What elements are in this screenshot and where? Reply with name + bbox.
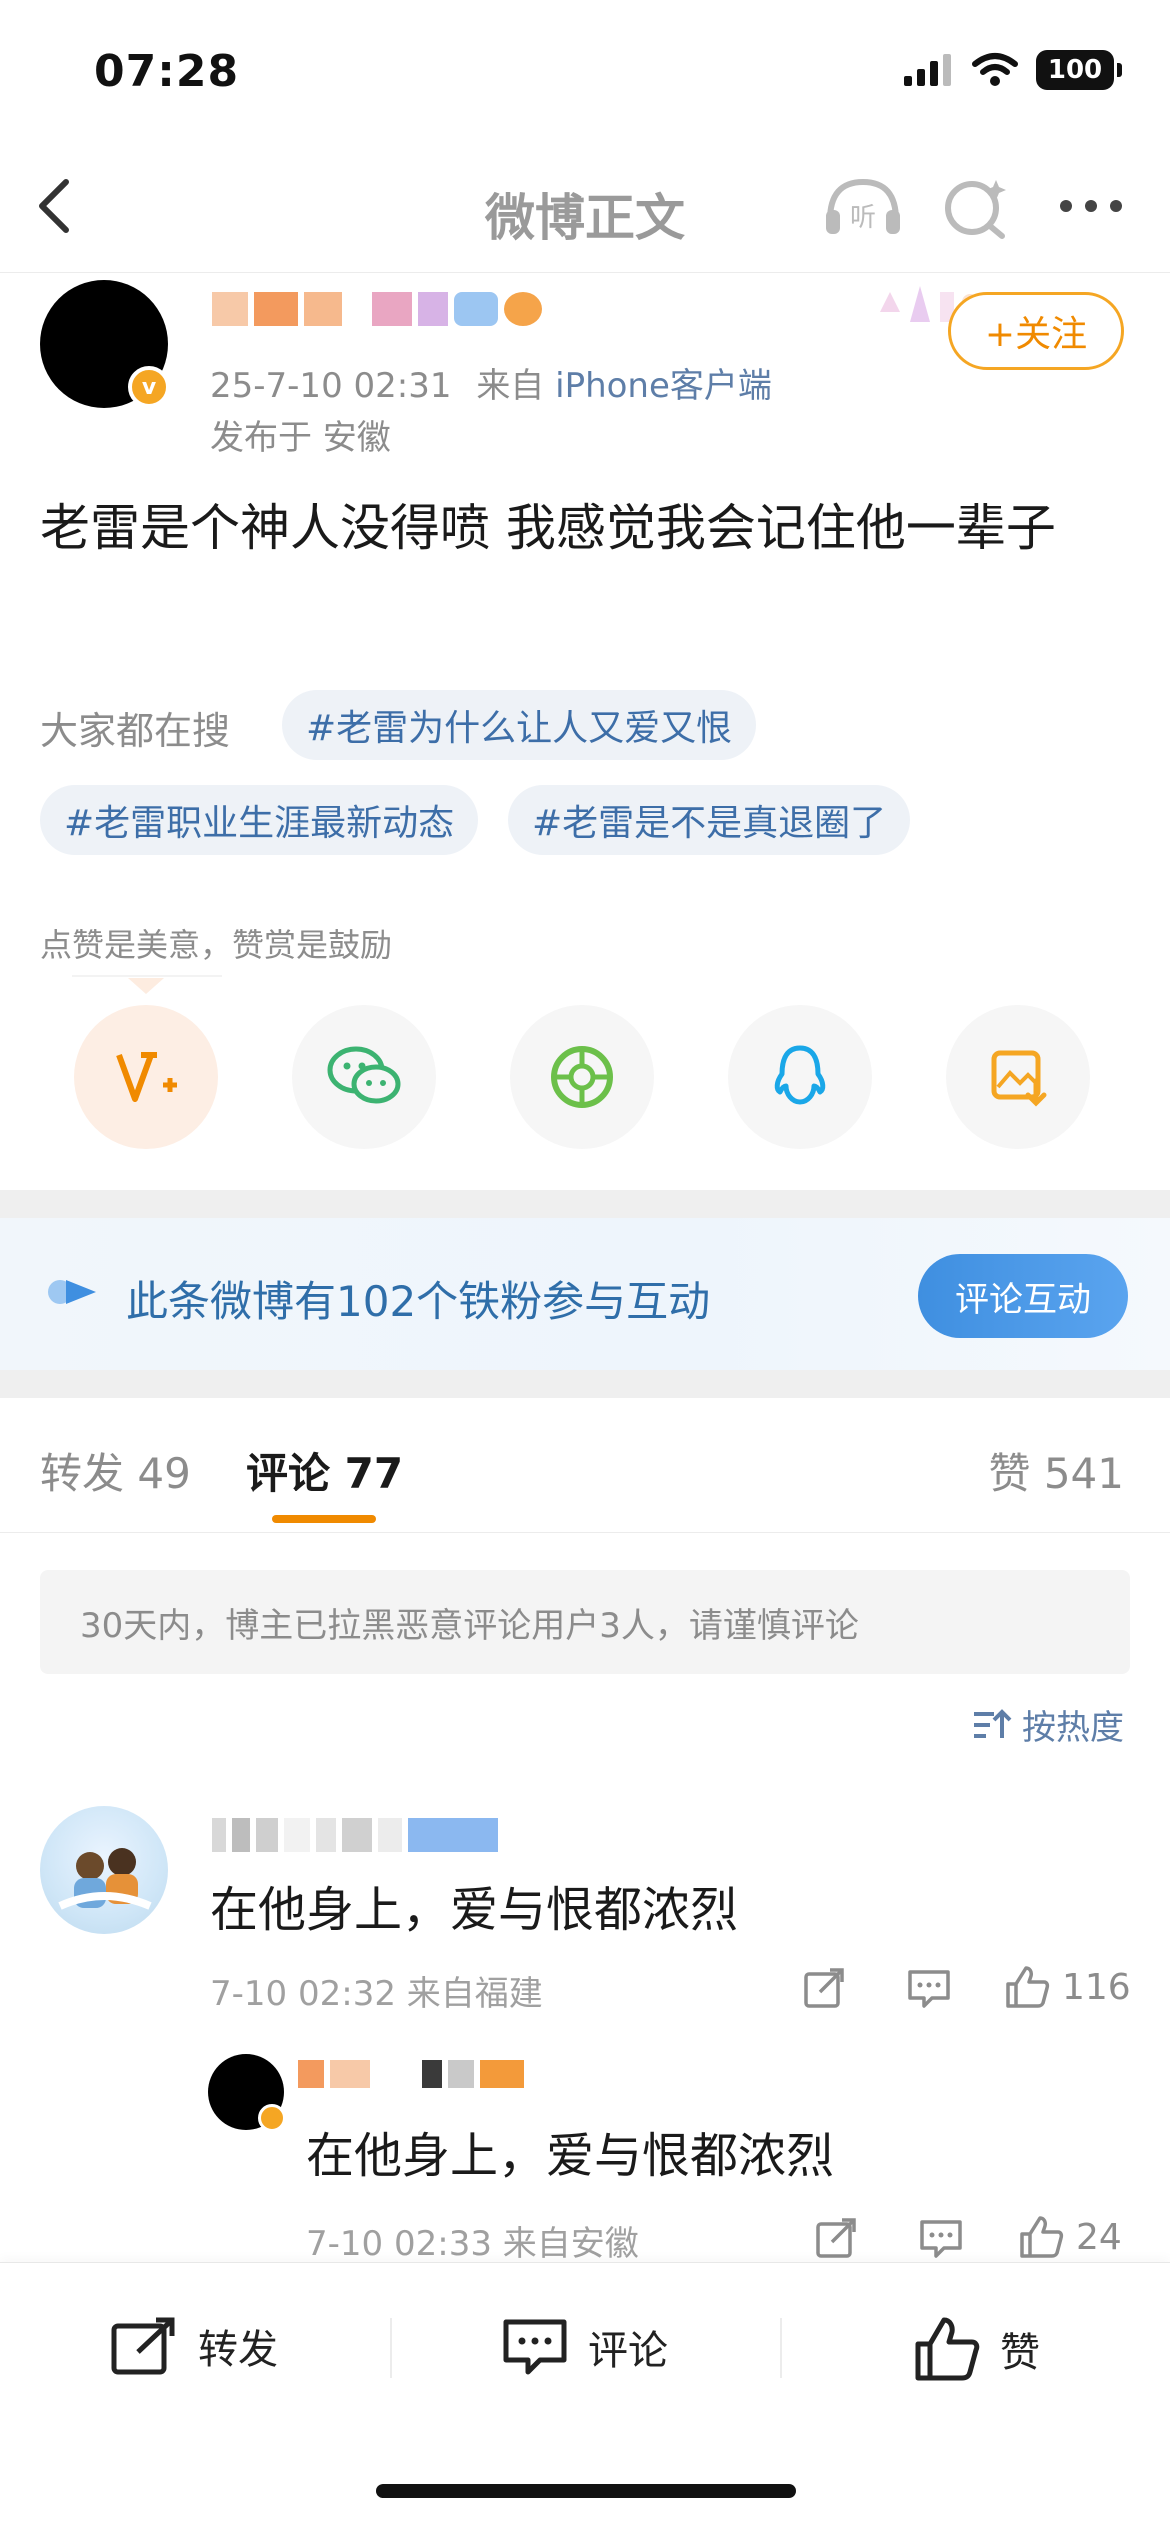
signal-icon [904, 54, 951, 86]
comment-like-count: 116 [1062, 1966, 1131, 2008]
sort-label: 按热度 [1022, 1708, 1124, 1748]
thumbs-up-icon [1006, 1966, 1050, 2008]
tab-comments[interactable]: 评论 77 [246, 1440, 403, 1501]
verified-badge-icon [258, 2104, 286, 2132]
reward-button[interactable] [74, 1005, 218, 1149]
post-from-label: 来自 [476, 366, 545, 406]
reply-like-count: 24 [1076, 2216, 1122, 2258]
author-name-redacted[interactable] [212, 292, 542, 326]
qq-icon [774, 1045, 826, 1105]
bottom-divider [780, 2318, 782, 2378]
verified-badge-icon: v [128, 366, 170, 408]
more-icon[interactable] [1056, 196, 1126, 216]
repost-icon [111, 2317, 175, 2375]
tab-likes[interactable]: 赞 541 [988, 1440, 1124, 1501]
repost-button[interactable]: 转发 [110, 2316, 278, 2376]
post-text: 老雷是个神人没得喷 我感觉我会记住他一辈子 [40, 499, 1056, 557]
reply-text: 在他身上，爱与恨都浓烈 [306, 2128, 835, 2184]
trending-tag[interactable]: #老雷是不是真退圈了 [508, 785, 911, 855]
post-source[interactable]: iPhone客户端 [555, 366, 772, 406]
blacklist-notice: 30天内，博主已拉黑恶意评论用户3人，请谨慎评论 [40, 1570, 1130, 1674]
sort-icon [974, 1708, 1012, 1738]
comment-text: 在他身上，爱与恨都浓烈 [210, 1882, 739, 1938]
like-label: 赞 [1000, 2330, 1040, 2376]
replier-name-redacted[interactable] [298, 2060, 524, 2088]
thumbs-up-icon [1020, 2216, 1064, 2258]
like-button[interactable]: 赞 [914, 2316, 1040, 2382]
thumbs-up-icon [915, 2317, 980, 2381]
post-meta: 25-7-10 02:31 来自 iPhone客户端 [210, 358, 772, 407]
fans-text: 此条微博有102个铁粉参与互动 [126, 1277, 711, 1326]
tab-reposts[interactable]: 转发 49 [40, 1440, 191, 1501]
tip-divider [72, 975, 222, 977]
sort-button[interactable]: 按热度 [972, 1700, 1124, 1749]
comment-share-icon[interactable] [802, 1966, 846, 2010]
status-time: 07:28 [94, 46, 240, 97]
save-image-button[interactable] [946, 1005, 1090, 1149]
post-time: 25-7-10 02:31 [210, 366, 452, 406]
repost-label: 转发 [198, 2327, 278, 2373]
moments-icon [551, 1046, 613, 1108]
search-icon[interactable] [940, 172, 1012, 242]
reply-meta: 7-10 02:33 来自安徽 [306, 2224, 639, 2264]
nav-divider [0, 272, 1170, 273]
comment-label: 评论 [588, 2328, 668, 2374]
section-divider [0, 1190, 1170, 1218]
listen-icon[interactable]: 听 [820, 170, 906, 240]
tabs-divider [0, 1532, 1170, 1533]
trending-tag[interactable]: #老雷为什么让人又爱又恨 [282, 690, 757, 760]
battery-indicator: 100 [1036, 50, 1122, 90]
reply-share-icon[interactable] [814, 2216, 858, 2260]
v-plus-icon [116, 1052, 177, 1102]
commenter-avatar[interactable] [40, 1806, 168, 1934]
trending-label: 大家都在搜 [40, 709, 231, 753]
trending-tag[interactable]: #老雷职业生涯最新动态 [40, 785, 479, 855]
comment-icon [503, 2319, 567, 2375]
reply-like-button[interactable]: 24 [1018, 2214, 1122, 2260]
share-moments-button[interactable] [510, 1005, 654, 1149]
wifi-icon [972, 53, 1018, 86]
tip-arrow [128, 978, 164, 994]
follow-button[interactable]: +关注 [948, 292, 1124, 370]
fans-indicator-icon [48, 1280, 96, 1304]
home-indicator[interactable] [376, 2484, 796, 2498]
reward-tip: 点赞是美意，赞赏是鼓励 [40, 926, 393, 964]
comment-like-button[interactable]: 116 [1004, 1964, 1131, 2010]
commenter-name-redacted[interactable] [212, 1818, 498, 1852]
tab-active-indicator [272, 1515, 376, 1523]
comment-interact-button[interactable]: 评论互动 [918, 1254, 1128, 1338]
post-location: 发布于 安徽 [210, 418, 391, 458]
comment-button[interactable]: 评论 [502, 2316, 668, 2378]
reply-reply-icon[interactable] [918, 2216, 964, 2260]
share-wechat-button[interactable] [292, 1005, 436, 1149]
wechat-icon [327, 1046, 401, 1104]
comment-reply-icon[interactable] [906, 1966, 952, 2010]
share-qq-button[interactable] [728, 1005, 872, 1149]
bottom-divider [390, 2318, 392, 2378]
comment-meta: 7-10 02:32 来自福建 [210, 1974, 543, 2014]
save-image-icon [991, 1050, 1047, 1107]
section-divider [0, 1370, 1170, 1398]
status-icons: 100 [902, 50, 1122, 90]
svg-text:听: 听 [850, 203, 876, 233]
